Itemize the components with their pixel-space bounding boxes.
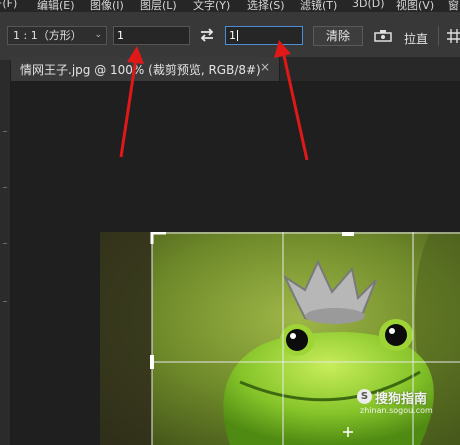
chevron-down-icon: ⌄ [94, 30, 102, 40]
menu-3d[interactable]: 3D(D) [352, 0, 385, 10]
height-ratio-value: 1 [229, 29, 236, 42]
menu-view[interactable]: 视图(V) [396, 0, 434, 12]
document-tab[interactable]: 情网王子.jpg @ 100% (裁剪预览, RGB/8#) × [11, 57, 280, 81]
menu-select[interactable]: 选择(S) [247, 0, 285, 12]
menu-edit[interactable]: 编辑(E) [37, 0, 75, 12]
width-ratio-value: 1 [117, 29, 124, 42]
overlay-grid-icon[interactable] [446, 28, 460, 44]
tools-panel-edge [0, 61, 11, 445]
menu-layer[interactable]: 图层(L) [140, 0, 177, 12]
crop-options-bar: 1 : 1（方形） ⌄ 1 1 清除 拉直 [0, 12, 460, 61]
sogou-logo-icon: S [357, 389, 372, 404]
height-ratio-input[interactable]: 1 [225, 26, 303, 45]
tool-divider [3, 131, 7, 132]
document-tab-title: 情网王子.jpg @ 100% (裁剪预览, RGB/8#) [20, 63, 261, 77]
swap-icon[interactable] [198, 24, 216, 46]
straighten-label[interactable]: 拉直 [404, 30, 428, 47]
sogou-watermark: S 搜狗指南 zhinan.sogou.com [357, 388, 457, 422]
watermark-url: zhinan.sogou.com [360, 406, 433, 415]
menu-bar: F(F) 编辑(E) 图像(I) 图层(L) 文字(Y) 选择(S) 滤镜(T)… [0, 0, 460, 12]
close-tab-icon[interactable]: × [260, 60, 270, 74]
menu-window[interactable]: 窗 [448, 0, 459, 12]
menu-filter[interactable]: 滤镜(T) [300, 0, 337, 12]
width-ratio-input[interactable]: 1 [113, 26, 190, 45]
document-tab-bar: 情网王子.jpg @ 100% (裁剪预览, RGB/8#) × [11, 57, 460, 81]
clear-button[interactable]: 清除 [313, 26, 363, 46]
watermark-text: 搜狗指南 [375, 392, 428, 407]
aspect-ratio-select[interactable]: 1 : 1（方形） ⌄ [7, 26, 107, 45]
aspect-ratio-value: 1 : 1（方形） [13, 29, 82, 42]
tool-divider [3, 301, 7, 302]
straighten-level-icon[interactable] [373, 27, 393, 45]
text-caret [237, 30, 238, 41]
menu-type[interactable]: 文字(Y) [193, 0, 230, 12]
menu-file[interactable]: F(F) [0, 0, 17, 10]
menu-image[interactable]: 图像(I) [90, 0, 124, 12]
tool-divider [3, 243, 7, 244]
tool-divider [3, 187, 7, 188]
options-divider [438, 26, 439, 46]
